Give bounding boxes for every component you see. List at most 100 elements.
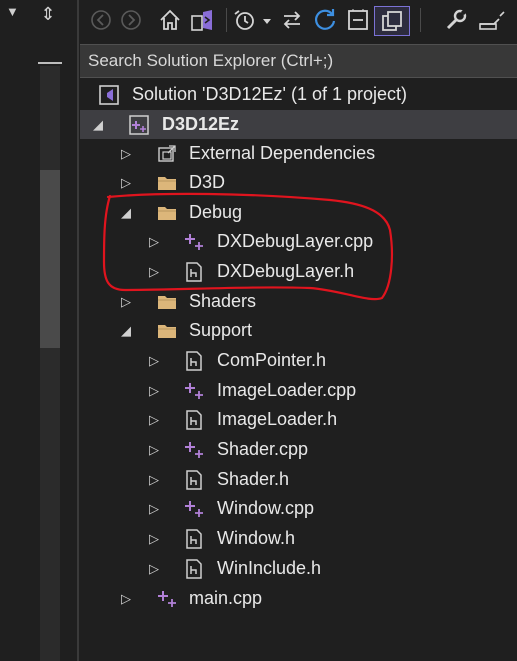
header-file-icon: [183, 409, 205, 431]
solution-explorer-toolbar: [80, 0, 517, 42]
home-icon: [160, 9, 180, 30]
tree-item-label: Debug: [189, 202, 243, 222]
header-file-icon: [183, 261, 205, 283]
collapse-arrow-icon[interactable]: ◢: [118, 316, 134, 345]
switch-views-button[interactable]: [188, 6, 218, 34]
tree-row-shaders[interactable]: ▷ Shaders: [80, 287, 517, 316]
tree-item-label: Shader.h: [217, 469, 290, 489]
tree-row-project[interactable]: ◢ D3D12Ez: [80, 110, 517, 139]
tree-row-main-cpp[interactable]: ▷ main.cpp: [80, 584, 517, 613]
collapse-arrow-icon[interactable]: ◢: [118, 198, 134, 227]
wrench-icon: [446, 9, 467, 30]
expand-arrow-icon[interactable]: ▷: [118, 139, 134, 168]
tree-item-label: main.cpp: [189, 588, 263, 608]
tree-item-label: DXDebugLayer.h: [217, 261, 355, 281]
tree-row-dxdebuglayer-h[interactable]: ▷ DXDebugLayer.h: [80, 257, 517, 286]
expand-arrow-icon[interactable]: ▷: [146, 346, 162, 375]
folder-icon: [156, 202, 178, 224]
home-button[interactable]: [156, 6, 184, 34]
tree-row-d3d[interactable]: ▷ D3D: [80, 168, 517, 197]
tree-row-support[interactable]: ◢ Support: [80, 316, 517, 345]
cpp-file-icon: [183, 498, 205, 520]
search-box[interactable]: [80, 44, 517, 78]
expand-arrow-icon[interactable]: ▷: [146, 405, 162, 434]
forward-arrow-icon: [121, 10, 141, 30]
tree-item-label: DXDebugLayer.cpp: [217, 231, 374, 251]
header-file-icon: [183, 528, 205, 550]
tree-item-label: ImageLoader.h: [217, 409, 338, 429]
clock-icon: [234, 10, 271, 30]
editor-side-strip: ▼ ⇕: [0, 0, 70, 661]
tree-row-window-cpp[interactable]: ▷ Window.cpp: [80, 494, 517, 523]
tree-row-compointer-h[interactable]: ▷ ComPointer.h: [80, 346, 517, 375]
solution-label: Solution 'D3D12Ez' (1 of 1 project): [132, 84, 408, 104]
divider: [38, 62, 62, 64]
header-file-icon: [183, 469, 205, 491]
expand-arrow-icon[interactable]: ▷: [146, 465, 162, 494]
preview-selected-button[interactable]: [476, 6, 508, 34]
expand-arrow-icon[interactable]: ▷: [146, 524, 162, 553]
editor-scrollbar-thumb[interactable]: [40, 170, 60, 348]
tree-row-dxdebuglayer-cpp[interactable]: ▷ DXDebugLayer.cpp: [80, 227, 517, 256]
sync-with-active-document-button[interactable]: [278, 6, 306, 34]
refresh-icon: [314, 9, 336, 30]
tree-item-label: Support: [189, 320, 253, 340]
tree-row-imageloader-cpp[interactable]: ▷ ImageLoader.cpp: [80, 376, 517, 405]
collapse-all-icon: [348, 9, 368, 30]
tree-row-solution[interactable]: Solution 'D3D12Ez' (1 of 1 project): [80, 80, 517, 109]
tree-item-label: D3D: [189, 172, 226, 192]
tree-item-label: Shaders: [189, 291, 257, 311]
chevron-down-icon[interactable]: ▼: [6, 4, 19, 19]
header-file-icon: [183, 558, 205, 580]
tree-row-shader-h[interactable]: ▷ Shader.h: [80, 465, 517, 494]
expand-arrow-icon[interactable]: ▷: [118, 168, 134, 197]
cpp-file-icon: [183, 380, 205, 402]
expand-arrow-icon[interactable]: ▷: [146, 376, 162, 405]
tree-row-external-dependencies[interactable]: ▷ External Dependencies: [80, 139, 517, 168]
expand-arrow-icon[interactable]: ▷: [146, 494, 162, 523]
toolbar-separator: [420, 8, 421, 32]
cpp-file-icon: [156, 588, 178, 610]
tree-row-shader-cpp[interactable]: ▷ Shader.cpp: [80, 435, 517, 464]
vs-switch-views-icon: [191, 10, 212, 31]
project-label: D3D12Ez: [162, 114, 240, 134]
expand-arrow-icon[interactable]: ▷: [146, 227, 162, 256]
tree-row-debug[interactable]: ◢ Debug: [80, 198, 517, 227]
sync-arrows-icon: [283, 11, 301, 29]
solution-icon: [98, 84, 120, 106]
back-arrow-icon: [91, 10, 111, 30]
header-file-icon: [183, 350, 205, 372]
expand-arrow-icon[interactable]: ▷: [146, 257, 162, 286]
solution-tree: Solution 'D3D12Ez' (1 of 1 project) ◢ D3…: [80, 78, 517, 661]
expand-arrow-icon[interactable]: ▷: [146, 554, 162, 583]
split-editor-icon[interactable]: ⇕: [36, 2, 60, 26]
search-input[interactable]: [80, 45, 517, 77]
tree-item-label: WinInclude.h: [217, 558, 322, 578]
expand-arrow-icon[interactable]: ▷: [118, 287, 134, 316]
cpp-file-icon: [183, 439, 205, 461]
show-all-files-icon: [382, 11, 402, 31]
show-all-files-button[interactable]: [374, 6, 410, 36]
tree-row-window-h[interactable]: ▷ Window.h: [80, 524, 517, 553]
collapse-all-button[interactable]: [344, 6, 372, 34]
preview-icon: [479, 11, 505, 30]
collapse-arrow-icon[interactable]: ◢: [90, 110, 106, 139]
editor-scrollbar[interactable]: [40, 66, 60, 661]
refresh-button[interactable]: [310, 6, 340, 34]
tree-row-wininclude-h[interactable]: ▷ WinInclude.h: [80, 554, 517, 583]
panel-divider: [77, 0, 79, 661]
tree-item-label: Window.h: [217, 528, 296, 548]
tree-item-label: External Dependencies: [189, 143, 376, 163]
forward-button[interactable]: [118, 6, 144, 34]
cpp-file-icon: [183, 231, 205, 253]
expand-arrow-icon[interactable]: ▷: [146, 435, 162, 464]
pending-changes-filter-button[interactable]: [232, 6, 274, 34]
back-button[interactable]: [88, 6, 114, 34]
tree-row-imageloader-h[interactable]: ▷ ImageLoader.h: [80, 405, 517, 434]
toolbar-separator: [226, 8, 227, 32]
external-dependencies-icon: [156, 143, 178, 165]
properties-button[interactable]: [442, 6, 470, 34]
expand-arrow-icon[interactable]: ▷: [118, 584, 134, 613]
tree-item-label: ImageLoader.cpp: [217, 380, 357, 400]
tree-item-label: ComPointer.h: [217, 350, 327, 370]
